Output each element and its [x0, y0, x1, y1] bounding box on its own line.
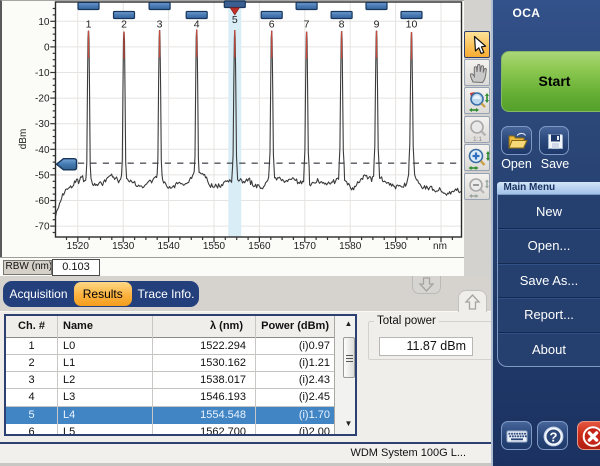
svg-text:1540: 1540	[157, 241, 180, 252]
svg-text:1520: 1520	[67, 241, 90, 252]
svg-text:1550: 1550	[203, 241, 226, 252]
svg-text:1590: 1590	[384, 241, 407, 252]
svg-text:-50: -50	[35, 170, 50, 181]
svg-text:4: 4	[194, 19, 200, 31]
svg-text:-10: -10	[35, 68, 50, 79]
svg-text:nm: nm	[433, 241, 447, 252]
svg-text:5: 5	[232, 14, 238, 26]
svg-text:3: 3	[157, 19, 163, 31]
svg-text:0: 0	[44, 42, 50, 53]
svg-text:1: 1	[86, 19, 92, 31]
svg-text:9: 9	[374, 19, 380, 31]
svg-text:1530: 1530	[112, 241, 135, 252]
svg-text:10: 10	[38, 17, 50, 28]
svg-text:1570: 1570	[294, 241, 317, 252]
svg-text:7: 7	[304, 19, 310, 31]
svg-text:1560: 1560	[248, 241, 271, 252]
svg-text:1:1: 1:1	[473, 136, 482, 143]
svg-text:-30: -30	[35, 119, 50, 130]
svg-text:8: 8	[339, 19, 345, 31]
svg-text:1580: 1580	[339, 241, 362, 252]
svg-text:10: 10	[406, 19, 418, 31]
svg-text:?: ?	[550, 429, 558, 444]
svg-text:6: 6	[269, 19, 275, 31]
svg-text:-70: -70	[35, 222, 50, 233]
svg-text:-20: -20	[35, 94, 50, 105]
svg-text:-40: -40	[35, 145, 50, 156]
svg-text:2: 2	[121, 19, 127, 31]
svg-text:dBm: dBm	[18, 129, 29, 150]
svg-text:-60: -60	[35, 196, 50, 207]
